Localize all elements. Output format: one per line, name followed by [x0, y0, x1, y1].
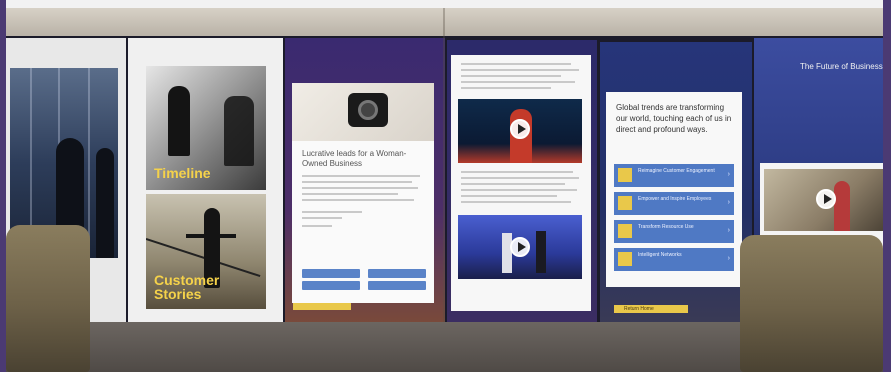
wall-seam	[443, 8, 445, 372]
article-card: Lucrative leads for a Woman-Owned Busine…	[292, 83, 434, 303]
return-home-button[interactable]: Return Home	[614, 305, 688, 313]
option-customer-engagement[interactable]: Reimagine Customer Engagement ›	[614, 164, 734, 187]
article-title: Lucrative leads for a Woman-Owned Busine…	[302, 149, 407, 168]
option-label: Empower and Inspire Employees	[638, 196, 712, 202]
camera-icon	[348, 93, 388, 127]
play-icon[interactable]	[816, 189, 836, 209]
play-icon[interactable]	[510, 119, 530, 139]
option-label: Transform Resource Use	[638, 224, 694, 230]
filter-button[interactable]	[302, 281, 360, 290]
text-line	[302, 211, 362, 213]
option-label: Reimagine Customer Engagement	[638, 168, 715, 174]
video-thumbnail-speaker[interactable]	[458, 99, 582, 163]
chevron-right-icon: ›	[727, 171, 730, 178]
video-wall-photo: Timeline Customer Stories Lucrative lead…	[0, 0, 891, 372]
network-icon	[618, 252, 632, 266]
presenter-figure	[536, 231, 546, 273]
text-line	[461, 171, 573, 173]
trends-card: Global trends are transforming our world…	[606, 92, 742, 313]
video-card	[451, 55, 591, 311]
chevron-right-icon: ›	[727, 255, 730, 262]
chair-back-left	[6, 225, 90, 372]
customer-stories-tile[interactable]: Customer Stories	[146, 194, 266, 309]
presenter-figure	[502, 233, 512, 273]
text-line	[461, 177, 579, 179]
option-intelligent-networks[interactable]: Intelligent Networks ›	[614, 248, 734, 271]
filter-button[interactable]	[368, 269, 426, 278]
text-line	[461, 63, 571, 65]
panel-videos	[447, 40, 597, 324]
view-all-button[interactable]	[293, 303, 351, 310]
text-line	[461, 189, 577, 191]
text-line	[302, 199, 414, 201]
text-line	[461, 195, 557, 197]
top-strip	[0, 0, 891, 8]
timeline-label: Timeline	[154, 165, 211, 181]
person-silhouette	[96, 148, 114, 258]
text-line	[461, 69, 579, 71]
text-line	[461, 81, 575, 83]
article-photo	[292, 83, 434, 141]
lens	[358, 100, 378, 120]
text-line	[302, 193, 398, 195]
filter-button[interactable]	[302, 269, 360, 278]
frame-edge-right	[883, 0, 891, 372]
panel-article: Lucrative leads for a Woman-Owned Busine…	[285, 38, 445, 324]
play-icon[interactable]	[510, 237, 530, 257]
text-line	[302, 225, 332, 227]
person-figure	[834, 181, 850, 231]
video-thumbnail-stage[interactable]	[458, 215, 582, 279]
filter-button[interactable]	[368, 281, 426, 290]
trends-headline: Global trends are transforming our world…	[616, 103, 732, 134]
button-row	[302, 269, 426, 278]
video-thumbnail-street[interactable]	[764, 169, 883, 231]
chair-back-right	[740, 235, 883, 372]
text-line	[461, 201, 571, 203]
text-line	[461, 75, 561, 77]
text-line	[302, 217, 342, 219]
briefcase-icon	[618, 196, 632, 210]
window-frame	[88, 68, 90, 258]
timeline-tile[interactable]: Timeline	[146, 66, 266, 190]
text-line	[302, 187, 418, 189]
chevron-right-icon: ›	[727, 227, 730, 234]
option-employees[interactable]: Empower and Inspire Employees ›	[614, 192, 734, 215]
text-line	[461, 87, 551, 89]
text-line	[302, 175, 420, 177]
businessman-figure	[224, 96, 254, 166]
text-line	[461, 183, 565, 185]
text-line	[302, 181, 412, 183]
button-row	[302, 281, 426, 290]
option-resource-use[interactable]: Transform Resource Use ›	[614, 220, 734, 243]
future-heading: The Future of Business	[800, 62, 883, 71]
businessman-figure	[168, 86, 190, 156]
walker-arms	[186, 234, 236, 238]
customer-stories-label: Customer Stories	[154, 272, 220, 302]
frame-edge-left	[0, 0, 6, 372]
panel-global-trends: Global trends are transforming our world…	[600, 42, 752, 324]
option-label: Intelligent Networks	[638, 252, 682, 258]
panel-timeline-stories: Timeline Customer Stories	[128, 38, 283, 324]
chevron-right-icon: ›	[727, 199, 730, 206]
leaf-icon	[618, 224, 632, 238]
people-icon	[618, 168, 632, 182]
